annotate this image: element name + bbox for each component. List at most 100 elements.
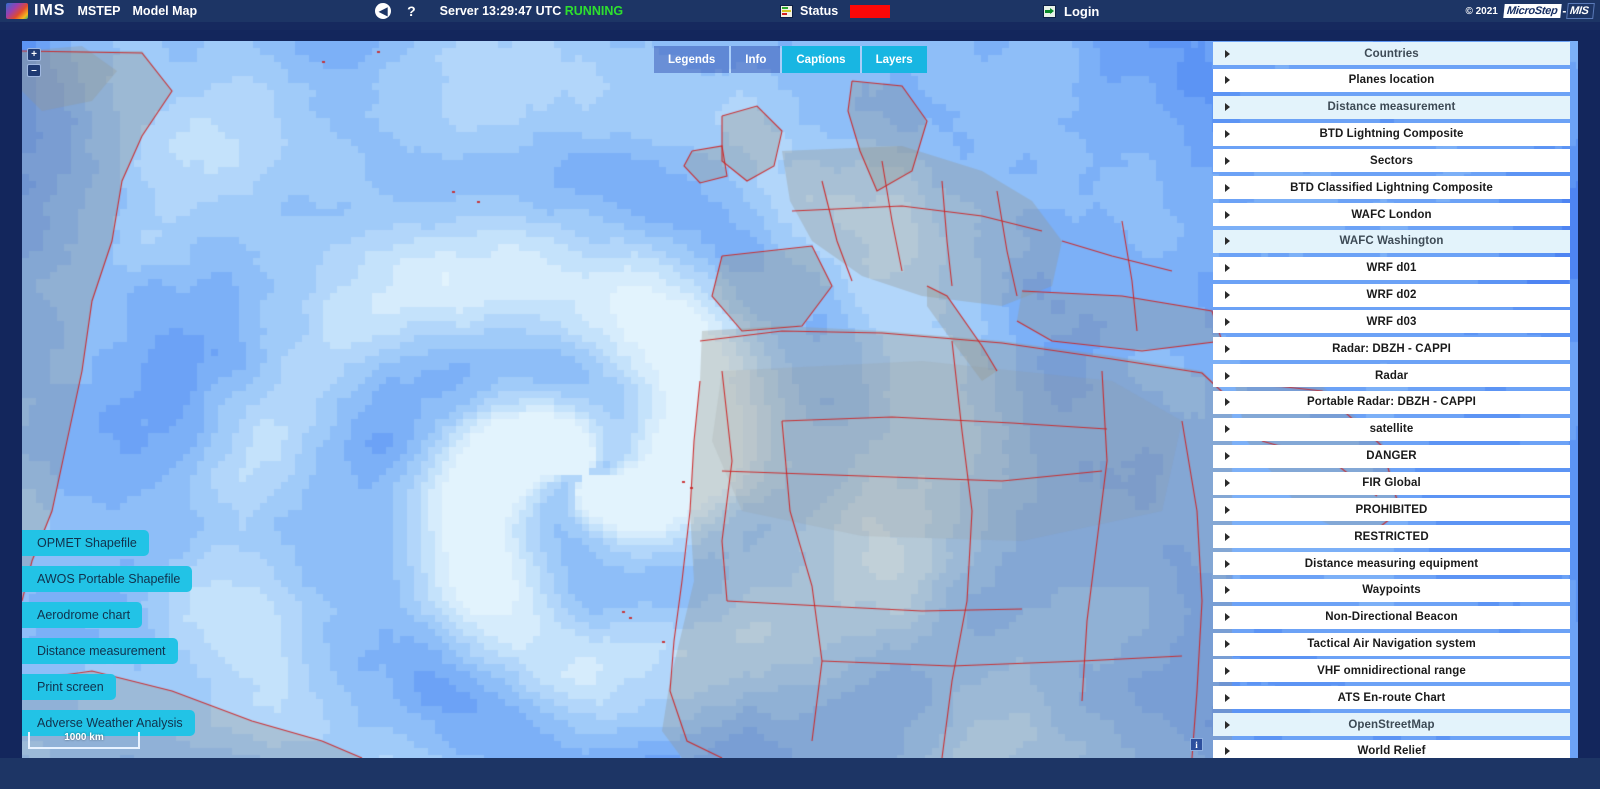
- layer-row[interactable]: PROHIBITED: [1213, 498, 1570, 521]
- layer-row[interactable]: Radar: [1213, 364, 1570, 387]
- tool-aerodrome-chart[interactable]: Aerodrome chart: [22, 602, 142, 628]
- app-name: MSTEP: [77, 4, 120, 18]
- chevron-right-icon[interactable]: [1225, 76, 1230, 84]
- chevron-right-icon[interactable]: [1225, 506, 1230, 514]
- tool-opmet-shapefile[interactable]: OPMET Shapefile: [22, 530, 149, 556]
- tab-legends[interactable]: Legends: [654, 46, 729, 73]
- layer-row[interactable]: Radar: DBZH - CAPPI: [1213, 337, 1570, 360]
- info-icon[interactable]: i: [1190, 738, 1203, 751]
- layer-row[interactable]: satellite: [1213, 418, 1570, 441]
- chevron-right-icon[interactable]: [1225, 452, 1230, 460]
- chevron-right-icon[interactable]: [1225, 130, 1230, 138]
- layer-row[interactable]: DANGER: [1213, 445, 1570, 468]
- chevron-right-icon[interactable]: [1225, 586, 1230, 594]
- chevron-right-icon[interactable]: [1225, 425, 1230, 433]
- layer-row-label: Tactical Air Navigation system: [1213, 638, 1570, 650]
- zoom-in-button[interactable]: +: [27, 48, 41, 61]
- frame-left-rail: [0, 30, 22, 758]
- layer-row[interactable]: Non-Directional Beacon: [1213, 606, 1570, 629]
- chevron-right-icon[interactable]: [1225, 640, 1230, 648]
- zoom-out-button[interactable]: –: [27, 64, 41, 77]
- layer-row[interactable]: Countries: [1213, 42, 1570, 65]
- layer-row[interactable]: WAFC Washington: [1213, 230, 1570, 253]
- chevron-right-icon[interactable]: [1225, 318, 1230, 326]
- layer-row-label: RESTRICTED: [1213, 531, 1570, 543]
- layer-row[interactable]: Distance measurement: [1213, 96, 1570, 119]
- layer-row[interactable]: Planes location: [1213, 69, 1570, 92]
- chevron-right-icon[interactable]: [1225, 533, 1230, 541]
- layer-row[interactable]: Waypoints: [1213, 579, 1570, 602]
- chevron-right-icon[interactable]: [1225, 264, 1230, 272]
- left-tool-buttons[interactable]: OPMET Shapefile AWOS Portable Shapefile …: [22, 530, 195, 736]
- layer-row[interactable]: BTD Lightning Composite: [1213, 123, 1570, 146]
- ims-prism-logo-icon: [6, 3, 28, 19]
- layer-row-label: VHF omnidirectional range: [1213, 665, 1570, 677]
- copyright-block: © 2021 MicroStep - MIS: [1465, 0, 1594, 22]
- chevron-right-icon[interactable]: [1225, 157, 1230, 165]
- layer-row-label: Distance measurement: [1213, 101, 1570, 113]
- layer-row[interactable]: WRF d03: [1213, 310, 1570, 333]
- layers-panel[interactable]: Countries Planes location Distance measure…: [1213, 42, 1570, 758]
- app-header: IMS MSTEP Model Map ◀ ? Server 13:29:47 …: [0, 0, 1600, 22]
- map-toolbar[interactable]: Legends Info Captions Layers: [654, 46, 927, 73]
- layer-row[interactable]: World Relief: [1213, 740, 1570, 758]
- layer-row-label: DANGER: [1213, 450, 1570, 462]
- server-running-state: RUNNING: [565, 4, 623, 18]
- chevron-right-icon[interactable]: [1225, 694, 1230, 702]
- tool-print-screen[interactable]: Print screen: [22, 674, 116, 700]
- map-zoom-control[interactable]: + –: [27, 48, 41, 80]
- chevron-right-icon[interactable]: [1225, 211, 1230, 219]
- layer-row[interactable]: Portable Radar: DBZH - CAPPI: [1213, 391, 1570, 414]
- server-time-label: Server 13:29:47 UTC: [440, 4, 565, 18]
- page-title: Model Map: [133, 4, 198, 18]
- header-underline: [0, 22, 1600, 30]
- chevron-right-icon[interactable]: [1225, 613, 1230, 621]
- layer-row[interactable]: Distance measuring equipment: [1213, 552, 1570, 575]
- question-mark-icon[interactable]: ?: [407, 3, 416, 19]
- layer-row[interactable]: VHF omnidirectional range: [1213, 659, 1570, 682]
- brand-name: IMS: [34, 2, 65, 20]
- layer-row[interactable]: OpenStreetMap: [1213, 713, 1570, 736]
- layer-row[interactable]: ATS En-route Chart: [1213, 686, 1570, 709]
- tool-distance-measurement[interactable]: Distance measurement: [22, 638, 178, 664]
- back-arrow-icon[interactable]: ◀: [375, 3, 391, 19]
- chevron-right-icon[interactable]: [1225, 398, 1230, 406]
- status-indicator-group[interactable]: Status: [780, 0, 890, 22]
- status-bars-icon: [780, 5, 793, 18]
- chevron-right-icon[interactable]: [1225, 103, 1230, 111]
- layer-row[interactable]: WAFC London: [1213, 203, 1570, 226]
- chevron-right-icon[interactable]: [1225, 291, 1230, 299]
- chevron-right-icon[interactable]: [1225, 372, 1230, 380]
- layer-row[interactable]: FIR Global: [1213, 472, 1570, 495]
- layer-row-label: Radar: DBZH - CAPPI: [1213, 343, 1570, 355]
- chevron-right-icon[interactable]: [1225, 184, 1230, 192]
- layer-row-label: Sectors: [1213, 155, 1570, 167]
- tool-awos-portable-shapefile[interactable]: AWOS Portable Shapefile: [22, 566, 192, 592]
- tab-info[interactable]: Info: [731, 46, 780, 73]
- layer-row-label: ATS En-route Chart: [1213, 692, 1570, 704]
- layer-row-label: Waypoints: [1213, 584, 1570, 596]
- mis-wordmark: MIS: [1567, 3, 1595, 19]
- chevron-right-icon[interactable]: [1225, 667, 1230, 675]
- layer-row[interactable]: RESTRICTED: [1213, 525, 1570, 548]
- layer-row-label: WRF d03: [1213, 316, 1570, 328]
- status-badge: [850, 5, 890, 18]
- tab-layers[interactable]: Layers: [862, 46, 927, 73]
- scale-bar-label: 1000 km: [64, 732, 103, 743]
- layer-row[interactable]: Sectors: [1213, 149, 1570, 172]
- frame-right-rail: [1578, 30, 1600, 758]
- layer-row[interactable]: WRF d01: [1213, 257, 1570, 280]
- chevron-right-icon[interactable]: [1225, 345, 1230, 353]
- layer-row[interactable]: BTD Classified Lightning Composite: [1213, 176, 1570, 199]
- chevron-right-icon[interactable]: [1225, 237, 1230, 245]
- chevron-right-icon[interactable]: [1225, 560, 1230, 568]
- layer-row-label: Planes location: [1213, 74, 1570, 86]
- tab-captions[interactable]: Captions: [782, 46, 859, 73]
- layer-row[interactable]: Tactical Air Navigation system: [1213, 633, 1570, 656]
- login-button[interactable]: Login: [1043, 0, 1099, 22]
- chevron-right-icon[interactable]: [1225, 479, 1230, 487]
- chevron-right-icon[interactable]: [1225, 747, 1230, 755]
- chevron-right-icon[interactable]: [1225, 50, 1230, 58]
- layer-row[interactable]: WRF d02: [1213, 284, 1570, 307]
- chevron-right-icon[interactable]: [1225, 721, 1230, 729]
